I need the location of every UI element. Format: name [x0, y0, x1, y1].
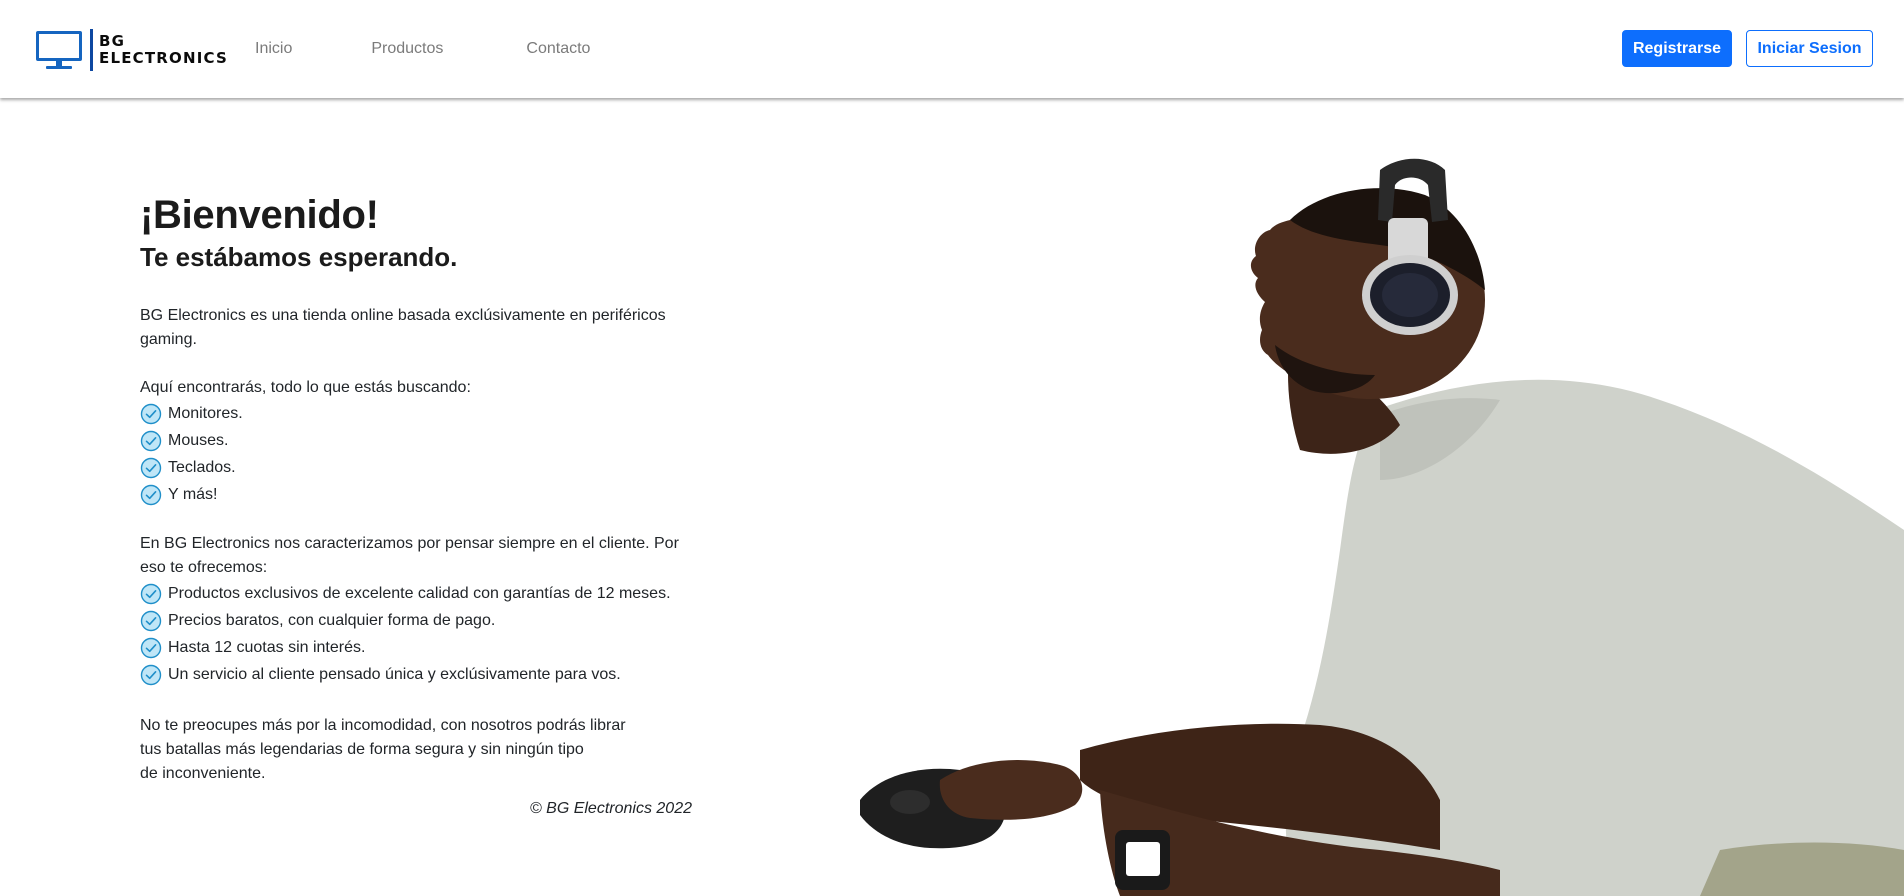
list-item-text: Precios baratos, con cualquier forma de …: [168, 611, 496, 629]
nav-link-productos[interactable]: Productos: [371, 40, 443, 58]
list-item-text: Productos exclusivos de excelente calida…: [168, 584, 671, 602]
register-button[interactable]: Registrarse: [1622, 30, 1732, 67]
find-heading: Aquí encontrarás, todo lo que estás busc…: [140, 379, 471, 396]
list-item-text: Monitores.: [168, 404, 243, 422]
list-item: Precios baratos, con cualquier forma de …: [140, 607, 692, 634]
brand-logo-link[interactable]: BG ELECTRONICS: [34, 28, 228, 72]
list-item-text: Hasta 12 cuotas sin interés.: [168, 638, 366, 656]
check-circle-icon: [140, 403, 162, 424]
closing-line-3: de inconveniente.: [140, 765, 266, 782]
closing-line-2: tus batallas más legendarias de forma se…: [140, 741, 584, 758]
offer-list: Productos exclusivos de excelente calida…: [140, 580, 692, 688]
list-item: Productos exclusivos de excelente calida…: [140, 580, 692, 607]
closing-paragraph: No te preocupes más por la incomodidad, …: [140, 714, 692, 786]
brand-line-2: ELECTRONICS: [99, 49, 229, 67]
check-circle-icon: [140, 637, 162, 658]
intro-paragraph: BG Electronics es una tienda online basa…: [140, 307, 666, 348]
list-item: Un servicio al cliente pensado única y e…: [140, 661, 692, 688]
offer-heading: En BG Electronics nos caracterizamos por…: [140, 535, 679, 576]
closing-line-1: No te preocupes más por la incomodidad, …: [140, 717, 626, 734]
list-item: Monitores.: [140, 400, 692, 427]
brand-divider: [90, 29, 93, 71]
check-circle-icon: [140, 583, 162, 604]
nav-link-contacto[interactable]: Contacto: [526, 40, 590, 58]
navbar: BG ELECTRONICS Inicio Productos Contacto…: [0, 0, 1904, 98]
list-item-text: Mouses.: [168, 431, 229, 449]
check-circle-icon: [140, 457, 162, 478]
list-item-text: Un servicio al cliente pensado única y e…: [168, 665, 621, 683]
check-circle-icon: [140, 664, 162, 685]
list-item-text: Y más!: [168, 485, 218, 503]
list-item: Mouses.: [140, 427, 692, 454]
check-circle-icon: [140, 484, 162, 505]
monitor-logo-icon: [36, 31, 82, 69]
brand-name: BG ELECTRONICS: [99, 33, 228, 67]
gamer-photo: [860, 158, 1904, 896]
nav-link-inicio[interactable]: Inicio: [255, 40, 292, 58]
page-subtitle: Te estábamos esperando.: [140, 242, 458, 272]
main-nav: Inicio Productos Contacto: [255, 0, 590, 98]
check-circle-icon: [140, 430, 162, 451]
login-button[interactable]: Iniciar Sesion: [1746, 30, 1873, 67]
page-title: ¡Bienvenido!: [140, 193, 379, 237]
list-item: Hasta 12 cuotas sin interés.: [140, 634, 692, 661]
brand-line-1: BG: [99, 32, 126, 50]
check-circle-icon: [140, 610, 162, 631]
find-list: Monitores. Mouses. Teclados. Y más!: [140, 400, 692, 508]
list-item-text: Teclados.: [168, 458, 236, 476]
welcome-section: ¡Bienvenido! Te estábamos esperando. BG …: [140, 192, 692, 818]
copyright-note: © BG Electronics 2022: [529, 800, 692, 817]
list-item: Y más!: [140, 481, 692, 508]
list-item: Teclados.: [140, 454, 692, 481]
